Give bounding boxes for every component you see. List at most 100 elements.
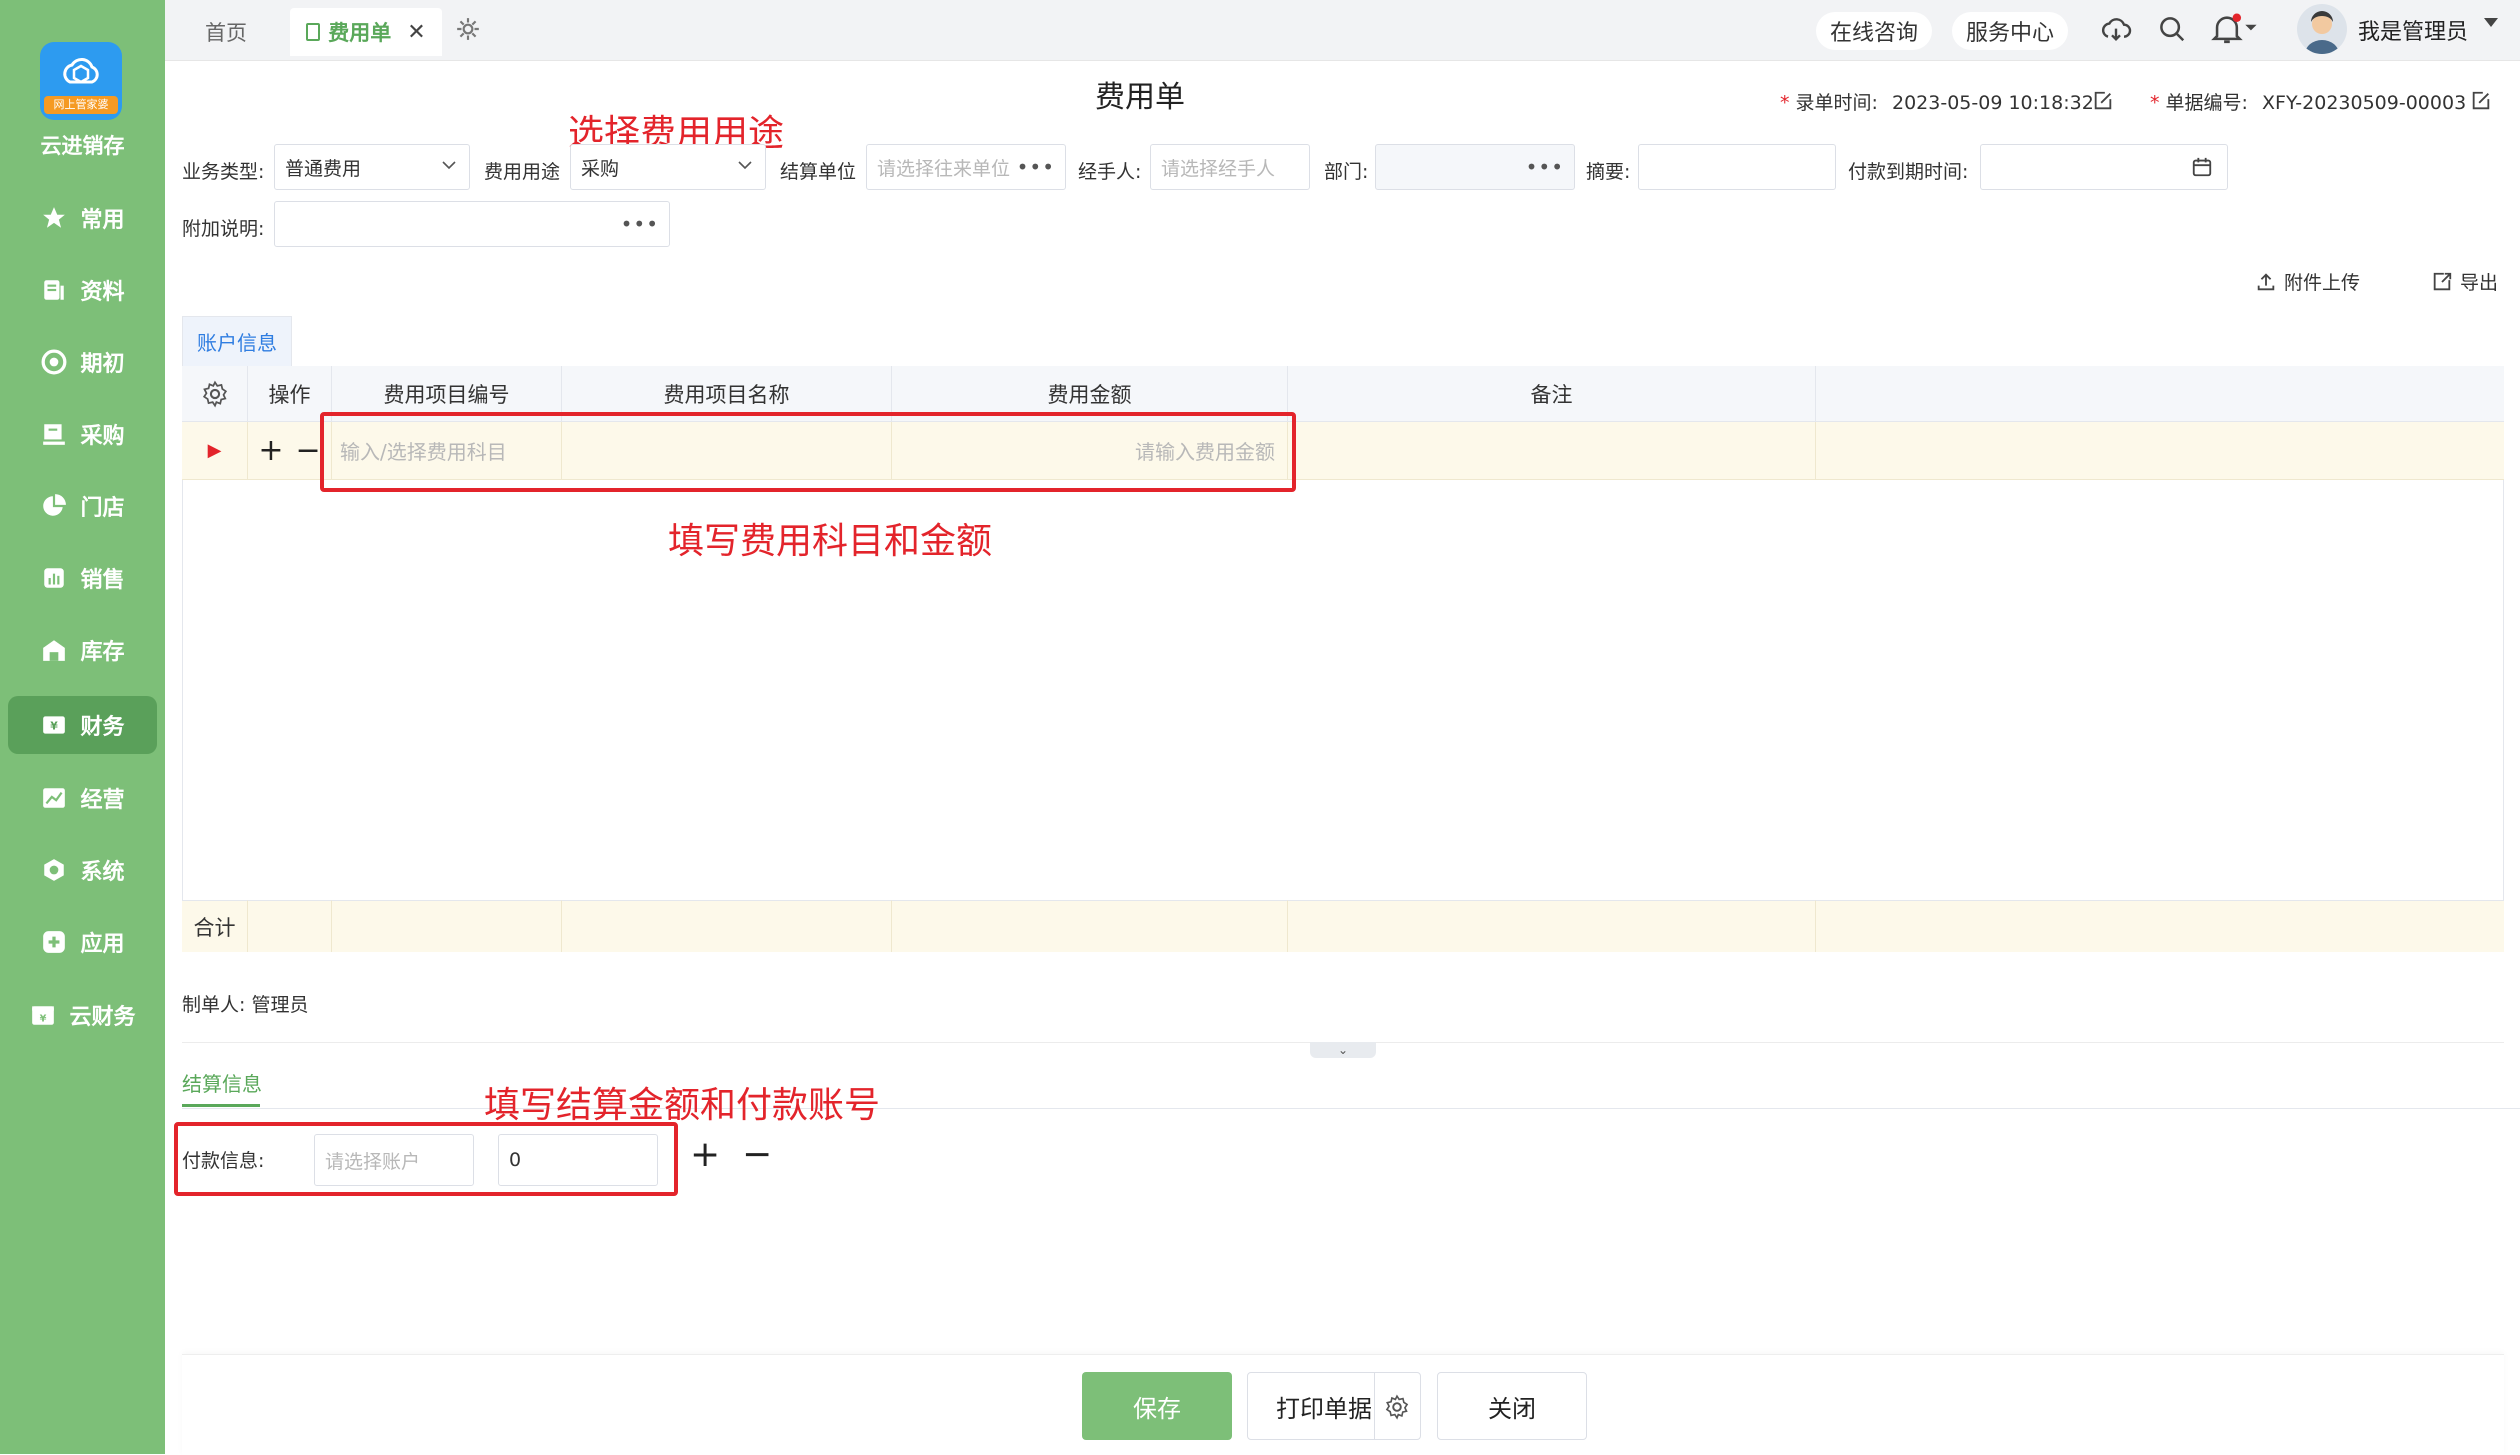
summary-input[interactable] bbox=[1638, 144, 1836, 190]
entry-time-value: 2023-05-09 10:18:32 bbox=[1892, 92, 2094, 114]
app-logo[interactable]: 网上管家婆 bbox=[40, 42, 122, 120]
save-button[interactable]: 保存 bbox=[1082, 1372, 1232, 1440]
cloud-download-icon[interactable] bbox=[2100, 14, 2132, 50]
calendar-icon[interactable] bbox=[2191, 156, 2213, 178]
nav-item-finance[interactable]: ¥ 财务 bbox=[8, 696, 157, 754]
collapse-toggle-icon[interactable]: ⌄ bbox=[1310, 1042, 1376, 1058]
document-tab-icon bbox=[306, 23, 321, 41]
maker-label: 制单人: 管理员 bbox=[182, 994, 309, 1016]
user-menu-chevron-icon[interactable] bbox=[2484, 18, 2498, 27]
nav-item-common[interactable]: 常用 bbox=[8, 189, 157, 247]
note-input[interactable]: ••• bbox=[274, 201, 670, 247]
handler-label: 经手人: bbox=[1078, 161, 1142, 183]
tab-expense[interactable]: 费用单 ✕ bbox=[290, 8, 442, 56]
more-icon[interactable]: ••• bbox=[1017, 155, 1055, 179]
purpose-label: 费用用途 bbox=[484, 161, 561, 183]
account-select[interactable]: 请选择账户 bbox=[314, 1134, 474, 1186]
page-title: 费用单 bbox=[1095, 80, 1185, 115]
footer-cell bbox=[1288, 900, 1816, 952]
due-date-label: 付款到期时间: bbox=[1848, 161, 1969, 183]
nav-item-initial[interactable]: 期初 bbox=[8, 333, 157, 391]
print-settings-icon[interactable] bbox=[1384, 1394, 1410, 1424]
purpose-select[interactable]: 采购 bbox=[570, 144, 766, 190]
warehouse-icon bbox=[40, 636, 68, 664]
user-name[interactable]: 我是管理员 bbox=[2358, 14, 2468, 46]
footer-cell bbox=[248, 900, 332, 952]
settle-unit-input[interactable]: 请选择往来单位 ••• bbox=[866, 144, 1066, 190]
remark-cell[interactable] bbox=[1288, 422, 1816, 480]
biz-type-label: 业务类型: bbox=[182, 161, 265, 183]
service-center-button[interactable]: 服务中心 bbox=[1952, 12, 2069, 50]
cloud-finance-icon: ¥ bbox=[29, 1001, 57, 1029]
doc-number-field: * 单据编号: XFY-20230509-00003 bbox=[2150, 92, 2467, 114]
payment-info-label: 付款信息: bbox=[182, 1150, 265, 1172]
tab-settings-icon[interactable] bbox=[455, 16, 481, 46]
chevron-down-icon bbox=[738, 161, 752, 170]
row-indicator-icon: ▶ bbox=[182, 422, 248, 480]
amount-input[interactable]: 0 bbox=[498, 1134, 658, 1186]
remove-row-icon[interactable]: − bbox=[296, 433, 321, 468]
nav-item-apps[interactable]: 应用 bbox=[8, 913, 157, 971]
plus-square-icon bbox=[40, 928, 68, 956]
nav-item-store[interactable]: 门店 bbox=[8, 477, 157, 535]
settle-unit-label: 结算单位 bbox=[780, 161, 857, 183]
edit-doc-number-icon[interactable] bbox=[2470, 90, 2492, 116]
upload-button[interactable]: 附件上传 bbox=[2254, 268, 2360, 295]
nav-item-cloud-finance[interactable]: ¥ 云财务 bbox=[8, 986, 157, 1044]
footer-cell bbox=[332, 900, 562, 952]
cloud-logo-icon bbox=[63, 58, 99, 84]
annotation-fill-settlement: 填写结算金额和付款账号 bbox=[484, 1085, 881, 1126]
nav-item-sales[interactable]: 销售 bbox=[8, 549, 157, 607]
purchase-icon bbox=[40, 420, 68, 448]
dept-input[interactable]: ••• bbox=[1375, 144, 1575, 190]
nav-item-system[interactable]: 系统 bbox=[8, 841, 157, 899]
footer-total-label: 合计 bbox=[182, 900, 248, 952]
brand-name: 云进销存 bbox=[40, 134, 125, 158]
svg-text:¥: ¥ bbox=[40, 1014, 47, 1025]
online-consult-button[interactable]: 在线咨询 bbox=[1816, 12, 1933, 50]
handler-input[interactable]: 请选择经手人 bbox=[1150, 144, 1310, 190]
dept-label: 部门: bbox=[1324, 161, 1369, 183]
bell-icon[interactable] bbox=[2210, 12, 2258, 50]
nav-item-data[interactable]: 资料 bbox=[8, 261, 157, 319]
tab-underline bbox=[182, 1104, 260, 1107]
footer-cell bbox=[562, 900, 892, 952]
table-settings-cell[interactable] bbox=[182, 366, 248, 422]
nav-item-purchase[interactable]: 采购 bbox=[8, 405, 157, 463]
remove-payment-icon[interactable]: − bbox=[742, 1134, 772, 1175]
footer-cell bbox=[892, 900, 1288, 952]
star-icon bbox=[40, 204, 68, 232]
tab-settlement[interactable]: 结算信息 bbox=[182, 1068, 262, 1097]
svg-text:¥: ¥ bbox=[51, 719, 59, 732]
pie-icon bbox=[40, 492, 68, 520]
edit-time-icon[interactable] bbox=[2092, 90, 2114, 116]
more-icon[interactable]: ••• bbox=[621, 212, 659, 236]
tab-home[interactable]: 首页 bbox=[205, 12, 247, 52]
nav-item-operation[interactable]: 经营 bbox=[8, 769, 157, 827]
button-divider bbox=[1374, 1372, 1375, 1440]
tab-account-info[interactable]: 账户信息 bbox=[182, 316, 292, 366]
note-label: 附加说明: bbox=[182, 218, 265, 240]
export-icon bbox=[2433, 272, 2452, 290]
more-icon[interactable]: ••• bbox=[1526, 155, 1564, 179]
gear-icon[interactable] bbox=[201, 380, 229, 408]
annotation-box-row bbox=[320, 412, 1296, 492]
due-date-input[interactable] bbox=[1980, 144, 2228, 190]
target-icon bbox=[40, 348, 68, 376]
export-button[interactable]: 导出 bbox=[2430, 268, 2498, 295]
doc-number-value: XFY-20230509-00003 bbox=[2262, 92, 2467, 114]
add-payment-icon[interactable]: + bbox=[690, 1134, 720, 1175]
biz-type-select[interactable]: 普通费用 bbox=[274, 144, 470, 190]
empty-cell bbox=[1816, 422, 2504, 480]
finance-icon: ¥ bbox=[40, 711, 68, 739]
close-tab-icon[interactable]: ✕ bbox=[407, 20, 425, 45]
close-button[interactable]: 关闭 bbox=[1437, 1372, 1587, 1440]
avatar[interactable] bbox=[2297, 4, 2347, 54]
nav-item-inventory[interactable]: 库存 bbox=[8, 621, 157, 679]
chevron-down-icon bbox=[442, 161, 456, 170]
chart-icon bbox=[40, 564, 68, 592]
trend-icon bbox=[40, 784, 68, 812]
add-row-icon[interactable]: + bbox=[258, 433, 283, 468]
annotation-fill-subject-amount: 填写费用科目和金额 bbox=[668, 521, 993, 562]
search-icon[interactable] bbox=[2157, 14, 2187, 48]
